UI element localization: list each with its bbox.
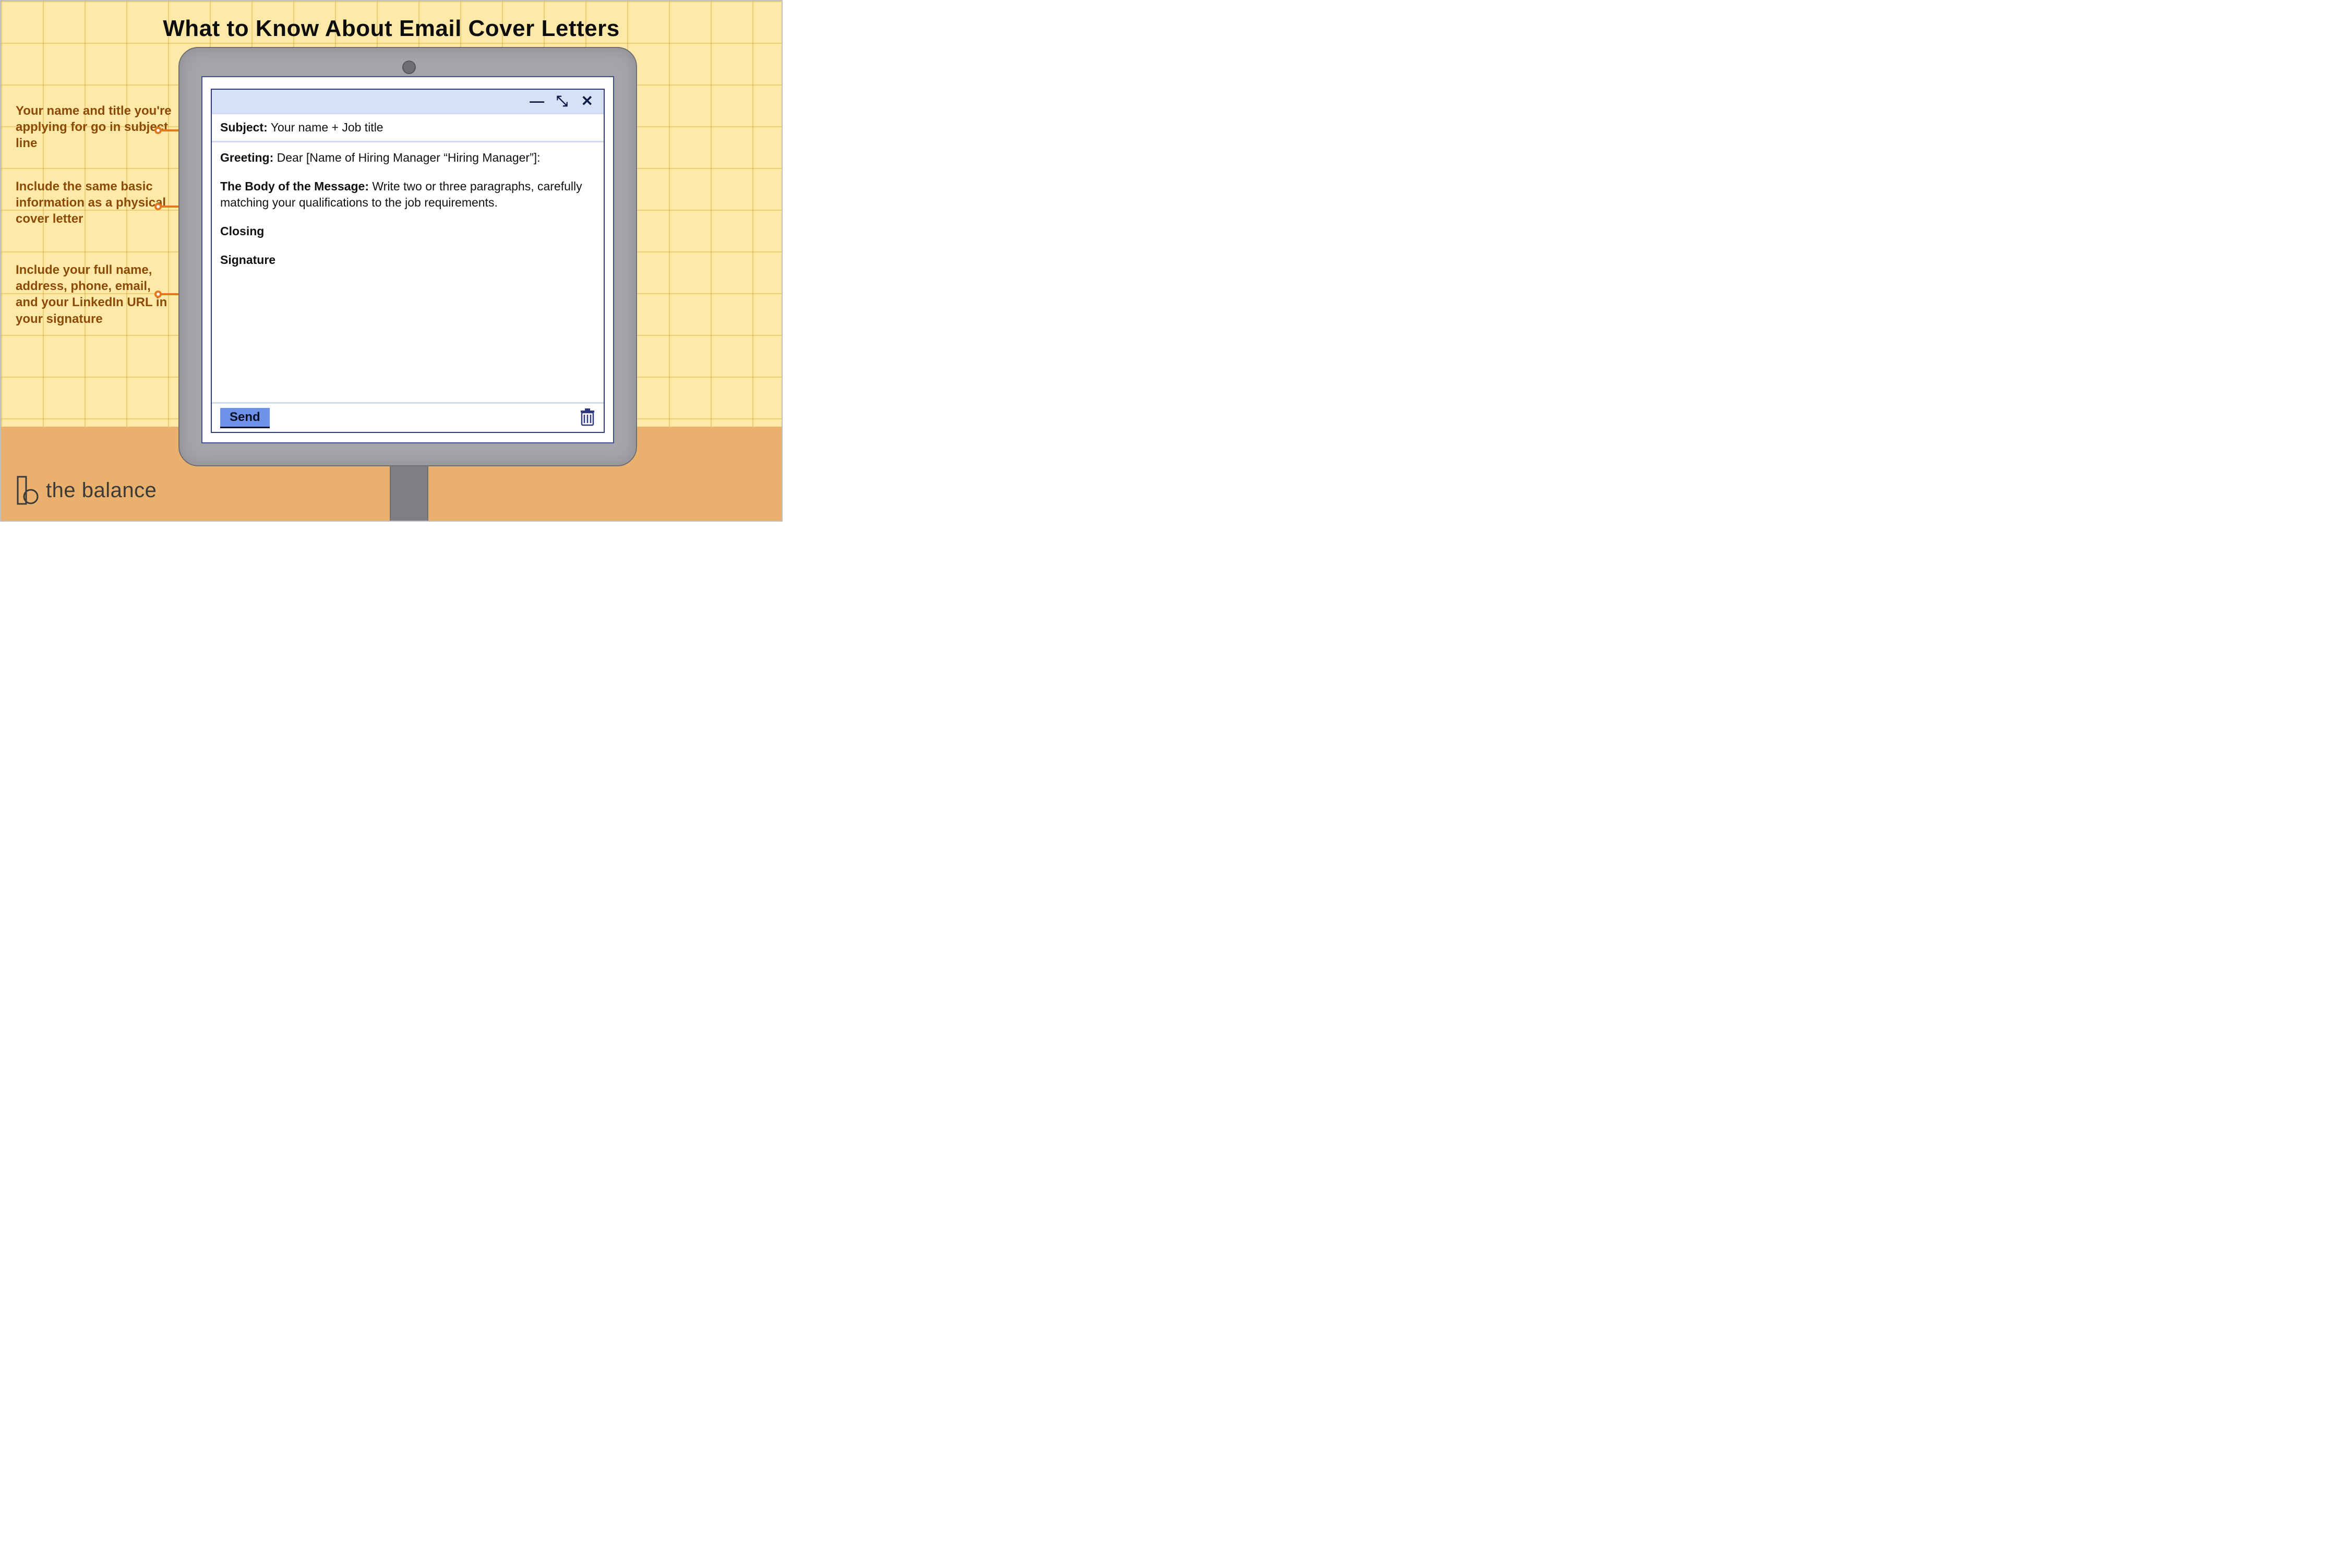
close-icon[interactable]: ✕ [581, 91, 593, 111]
signature-label: Signature [220, 252, 595, 268]
monitor-stand [390, 463, 428, 522]
window-titlebar: — ⤢ ✕ [212, 90, 604, 113]
subject-label: Subject: [220, 120, 268, 134]
annotation-body-tip: Include the same basic information as a … [16, 178, 172, 227]
body-label: The Body of the Message: [220, 179, 369, 193]
subject-value: Your name + Job title [271, 120, 383, 134]
minimize-icon[interactable]: — [530, 91, 544, 111]
annotation-signature-tip: Include your full name, address, phone, … [16, 262, 172, 327]
screen: — ⤢ ✕ Subject: Your name + Job title Gre… [201, 76, 614, 443]
brand-name: the balance [46, 479, 157, 502]
greeting-value: Dear [Name of Hiring Manager “Hiring Man… [277, 151, 541, 164]
trash-icon[interactable] [580, 408, 595, 426]
compose-window: — ⤢ ✕ Subject: Your name + Job title Gre… [211, 89, 605, 433]
body-description: The Body of the Message: Write two or th… [220, 178, 595, 211]
monitor-frame: — ⤢ ✕ Subject: Your name + Job title Gre… [178, 47, 637, 466]
expand-icon[interactable]: ⤢ [557, 91, 568, 111]
brand-mark-icon [17, 476, 39, 505]
send-button[interactable]: Send [220, 408, 270, 427]
message-body-area[interactable]: Greeting: Dear [Name of Hiring Manager “… [212, 142, 604, 402]
annotation-subject-tip: Your name and title you're applying for … [16, 103, 172, 152]
greeting-label: Greeting: [220, 151, 273, 164]
infographic-canvas: What to Know About Email Cover Letters Y… [0, 0, 783, 522]
greeting-line: Greeting: Dear [Name of Hiring Manager “… [220, 150, 595, 166]
closing-label: Closing [220, 223, 595, 239]
camera-dot [402, 61, 416, 74]
brand-logo: the balance [17, 476, 157, 505]
subject-row[interactable]: Subject: Your name + Job title [212, 113, 604, 142]
page-title: What to Know About Email Cover Letters [1, 16, 782, 42]
compose-footer: Send [212, 402, 604, 432]
